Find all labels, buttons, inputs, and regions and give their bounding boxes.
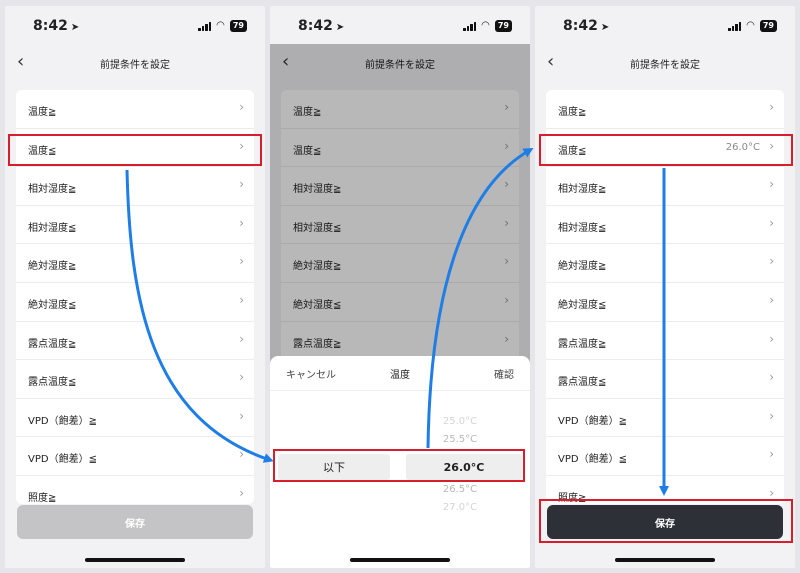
annotation-arrows	[125, 148, 669, 496]
arrow-to-picker	[125, 169, 274, 463]
arrow-to-result	[426, 148, 534, 449]
